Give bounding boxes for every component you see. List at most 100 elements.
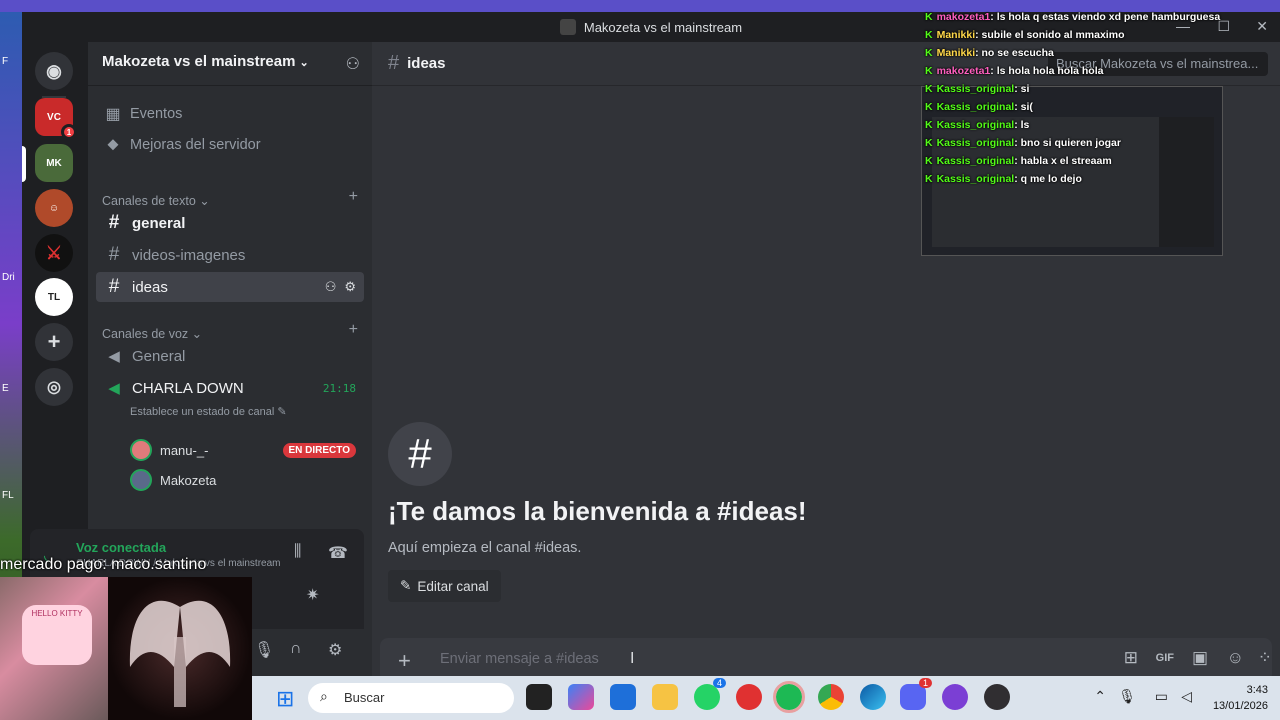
- network-icon[interactable]: ▭: [1155, 688, 1168, 705]
- edit-channel-label: Editar canal: [417, 578, 489, 594]
- chat-line: K Kassis_original: si: [925, 80, 1225, 98]
- channel-name: general: [132, 214, 186, 232]
- add-server-icon[interactable]: +: [35, 323, 73, 361]
- channel-name: ideas: [132, 278, 168, 296]
- voice-status[interactable]: Voz conectada: [76, 540, 166, 555]
- voice-channel-general[interactable]: ◀ General: [96, 341, 364, 371]
- wings-image: [129, 600, 231, 707]
- noise-suppression-icon[interactable]: ⫼: [294, 543, 301, 561]
- discord-icon[interactable]: 1: [900, 678, 932, 710]
- clock-time: 3:43: [1246, 684, 1268, 696]
- apps-icon[interactable]: ⁘: [1258, 648, 1272, 668]
- notification-badge: 4: [712, 678, 726, 688]
- whatsapp-icon[interactable]: 4: [694, 678, 726, 710]
- upload-icon[interactable]: +: [398, 648, 411, 674]
- channel-videos-imagenes[interactable]: # videos-imagenes: [96, 240, 364, 270]
- disconnect-icon[interactable]: ☎: [328, 543, 348, 563]
- server-videos-chidos[interactable]: VC 1: [35, 98, 77, 140]
- microphone-icon[interactable]: 🎙: [254, 640, 274, 660]
- kick-icon: K: [925, 119, 933, 131]
- emoji-icon[interactable]: ☺: [1227, 648, 1244, 668]
- chat-text: : si: [1014, 83, 1030, 95]
- gift-icon[interactable]: ⊞: [1124, 648, 1138, 668]
- chat-user: Manikki: [936, 47, 976, 59]
- chat-user: makozeta1: [936, 11, 991, 23]
- hash-icon: #: [388, 422, 452, 486]
- create-channel-icon[interactable]: +: [349, 188, 358, 206]
- server-avatar[interactable]: ☺: [35, 189, 73, 227]
- chat-text: : habla x el streaam: [1014, 155, 1112, 167]
- file-explorer-icon[interactable]: [652, 684, 678, 710]
- voice-user-name: manu-_-: [160, 442, 209, 458]
- clock[interactable]: 3:43 13/01/2026: [1213, 682, 1268, 714]
- store-icon[interactable]: [610, 684, 636, 710]
- chat-text: : ls hola hola hola hola: [990, 65, 1104, 77]
- create-channel-icon[interactable]: +: [349, 321, 358, 339]
- server-header[interactable]: Makozeta vs el mainstream ⌄: [88, 42, 372, 86]
- app-purple-icon[interactable]: [942, 684, 968, 710]
- chat-user: Kassis_original: [936, 137, 1015, 149]
- volume-icon[interactable]: ◁: [1181, 688, 1192, 705]
- speaker-icon: ◀: [108, 348, 120, 365]
- category-text-channels[interactable]: Canales de texto ⌄: [102, 193, 210, 208]
- hash-icon: #: [108, 276, 120, 297]
- sticker-text: HELLO KITTY: [31, 609, 83, 618]
- microphone-tray-icon[interactable]: 🎙: [1118, 688, 1136, 705]
- chevron-up-icon[interactable]: ⌃: [1094, 688, 1106, 705]
- chat-text: : si(: [1014, 101, 1033, 113]
- taskbar-search[interactable]: ⌕ Buscar: [308, 683, 514, 713]
- chrome-icon[interactable]: [818, 684, 844, 710]
- edge-icon[interactable]: [860, 684, 886, 710]
- channel-name: General: [132, 347, 186, 365]
- message-input[interactable]: Enviar mensaje a #ideas: [440, 651, 599, 667]
- server-the-league[interactable]: TL: [35, 278, 73, 316]
- edit-channel-button[interactable]: ✎ Editar canal: [388, 570, 501, 602]
- kick-icon: K: [925, 29, 933, 41]
- search-icon: ⌕: [320, 688, 328, 704]
- menu-events[interactable]: ▦ Eventos: [104, 104, 182, 124]
- obs-icon[interactable]: [984, 684, 1010, 710]
- desktop-label: F: [2, 56, 9, 67]
- chat-line: K Kassis_original: ls: [925, 116, 1225, 134]
- kick-icon: K: [925, 47, 933, 59]
- direct-messages-icon[interactable]: ◉: [35, 52, 73, 90]
- chat-user: Kassis_original: [936, 173, 1015, 185]
- gear-icon[interactable]: ⚙: [344, 279, 356, 295]
- menu-label: Mejoras del servidor: [130, 137, 261, 153]
- hash-icon: #: [108, 244, 120, 265]
- category-voice-channels[interactable]: Canales de voz ⌄: [102, 326, 202, 341]
- voice-user-manu[interactable]: manu-_- EN DIRECTO: [130, 439, 364, 461]
- chat-line: Kmakozeta1: ls hola q estas viendo xd pe…: [925, 8, 1225, 26]
- invite-people-icon[interactable]: ⚇: [346, 54, 360, 74]
- chat-line: K Kassis_original: bno si quieren jogar: [925, 134, 1225, 152]
- spotify-icon[interactable]: [773, 681, 805, 713]
- headphones-icon[interactable]: ∩: [290, 640, 302, 658]
- activities-icon[interactable]: ✷: [306, 585, 319, 605]
- windows-start-icon[interactable]: ⊞: [276, 686, 294, 712]
- channel-status[interactable]: Establece un estado de canal ✎: [130, 405, 287, 418]
- voice-user-makozeta[interactable]: Makozeta: [130, 469, 216, 491]
- welcome-title: ¡Te damos la bienvenida a #ideas!: [388, 496, 807, 526]
- app-red-icon[interactable]: [736, 684, 762, 710]
- voice-channel-charla-down[interactable]: ◀ CHARLA DOWN 21:18: [96, 373, 364, 403]
- desktop-label: Dri: [2, 272, 15, 283]
- discover-icon[interactable]: ◎: [35, 368, 73, 406]
- user-settings-icon[interactable]: ⚙: [328, 640, 342, 660]
- taskbar-search-label: Buscar: [344, 690, 385, 705]
- server-makozeta[interactable]: MK: [35, 144, 73, 182]
- sticker-icon[interactable]: ▣: [1192, 648, 1208, 668]
- server-red-logo[interactable]: ⚔: [35, 234, 73, 272]
- calendar-icon: ▦: [105, 106, 121, 123]
- channel-general[interactable]: # general: [96, 208, 364, 238]
- task-view-icon[interactable]: [526, 684, 552, 710]
- menu-server-boosts[interactable]: ⬥ Mejoras del servidor: [104, 136, 261, 154]
- kick-icon: K: [925, 173, 933, 185]
- chat-line: K Manikki: no se escucha: [925, 44, 1225, 62]
- channel-tools: ⚇ ⚙: [325, 279, 356, 295]
- copilot-icon[interactable]: [568, 684, 594, 710]
- invite-icon[interactable]: ⚇: [325, 279, 337, 295]
- channel-ideas[interactable]: # ideas ⚇ ⚙: [96, 272, 364, 302]
- close-button[interactable]: ✕: [1256, 18, 1268, 35]
- gif-icon[interactable]: GIF: [1156, 652, 1174, 664]
- voice-timer: 21:18: [322, 381, 356, 395]
